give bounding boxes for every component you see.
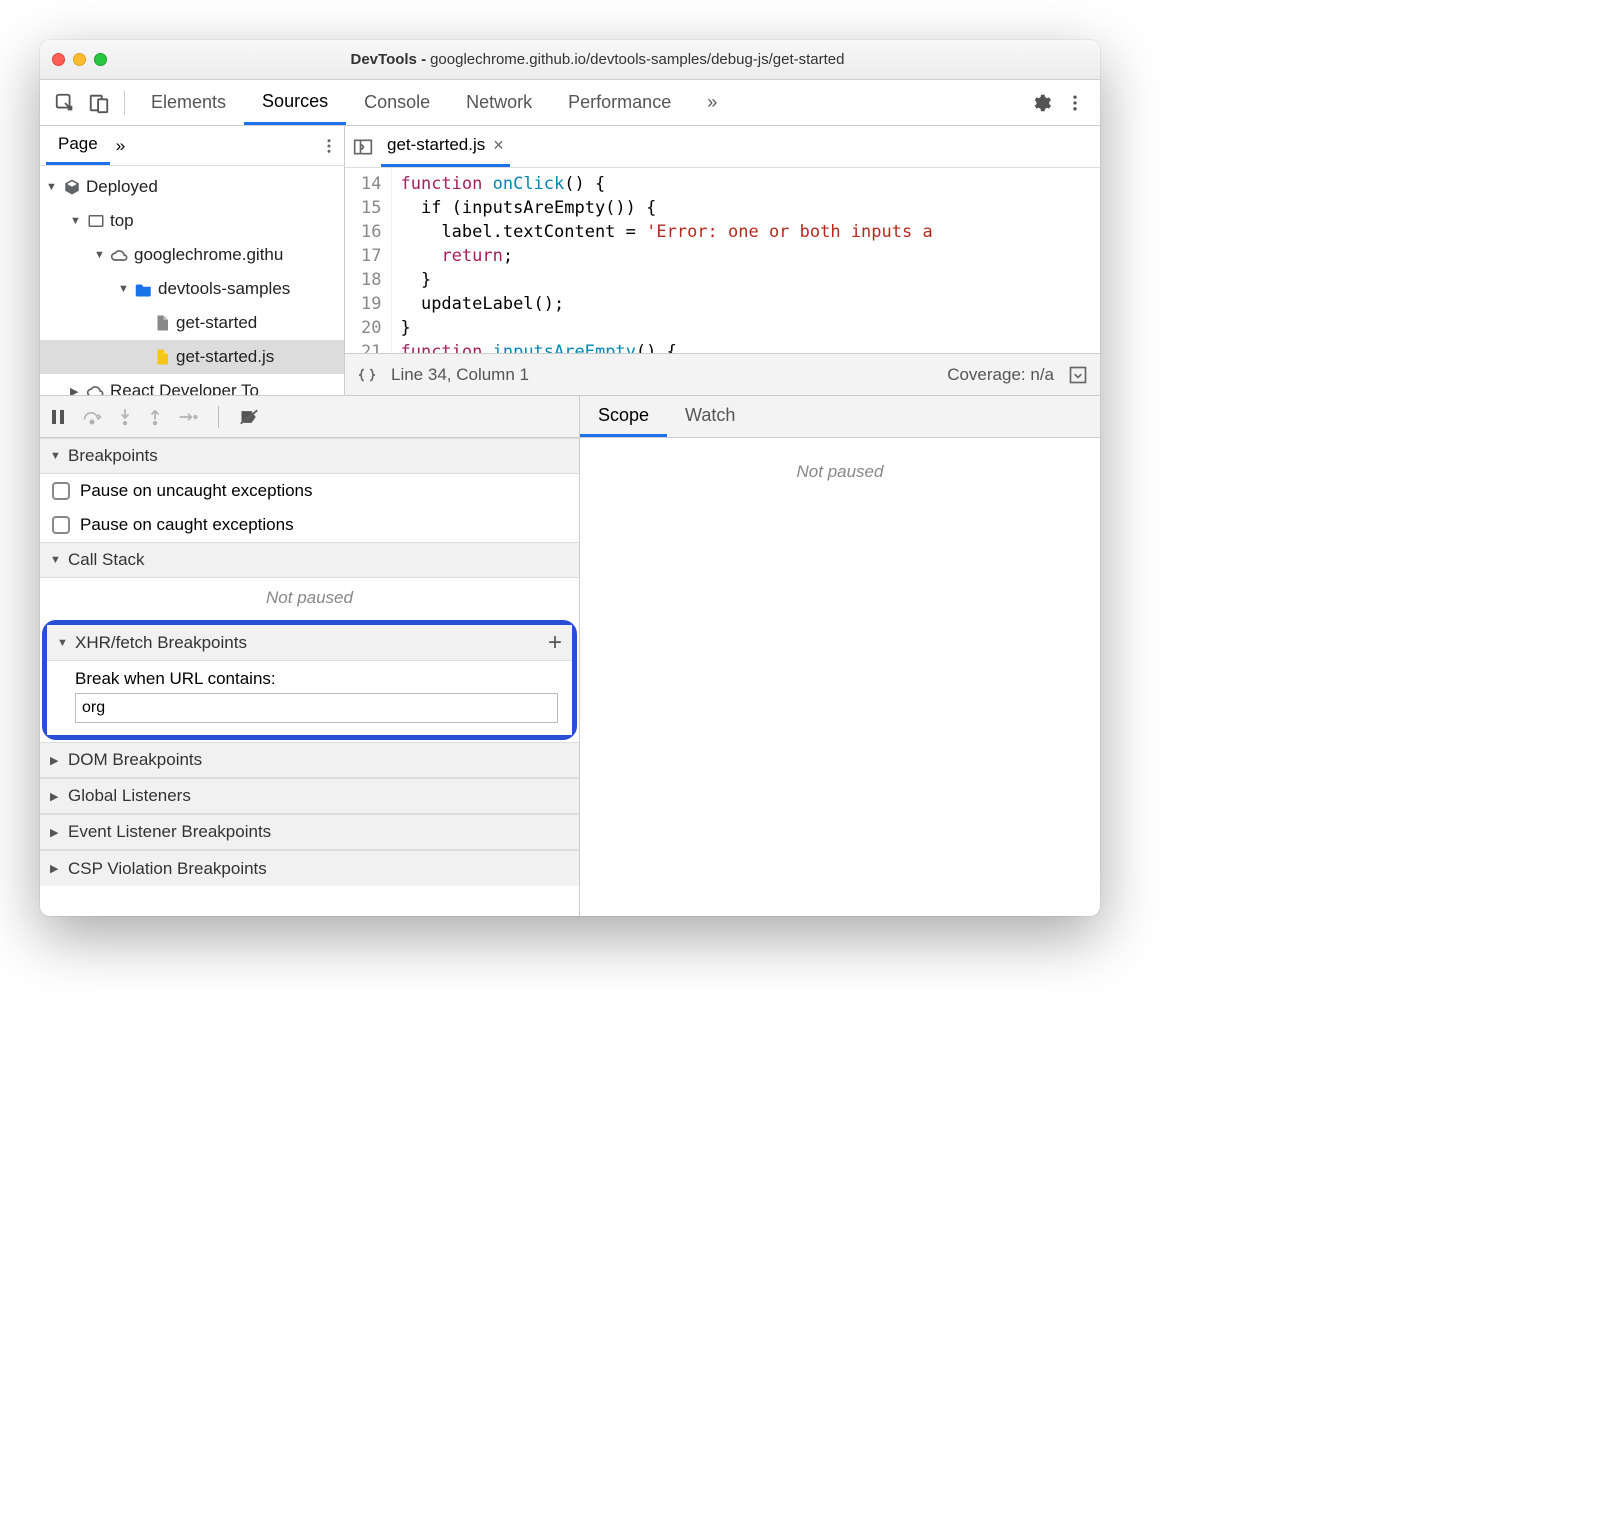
editor-statusbar: Line 34, Column 1 Coverage: n/a — [345, 353, 1100, 395]
file-tree: ▼ Deployed ▼ top ▼ googlechrome.githu — [40, 166, 344, 395]
debugger-left-panel: ▼Breakpoints Pause on uncaught exception… — [40, 396, 580, 916]
toggle-navigator-icon[interactable] — [353, 138, 373, 156]
coverage-dropdown-icon[interactable] — [1068, 365, 1088, 385]
tree-file-html[interactable]: get-started — [40, 306, 344, 340]
device-toolbar-icon[interactable] — [82, 86, 116, 120]
tab-performance[interactable]: Performance — [550, 82, 689, 123]
tree-top[interactable]: ▼ top — [40, 204, 344, 238]
tree-file-js[interactable]: get-started.js — [40, 340, 344, 374]
tab-scope[interactable]: Scope — [580, 396, 667, 437]
callstack-not-paused: Not paused — [40, 578, 579, 618]
step-icon[interactable] — [178, 410, 198, 424]
xhr-url-input[interactable] — [75, 693, 558, 723]
tab-network[interactable]: Network — [448, 82, 550, 123]
pretty-print-icon[interactable] — [357, 367, 377, 383]
code-content[interactable]: function onClick() { if (inputsAreEmpty(… — [392, 168, 932, 353]
tree-extension[interactable]: ▶ React Developer To — [40, 374, 344, 395]
settings-gear-icon[interactable] — [1024, 86, 1058, 120]
section-csp-breakpoints[interactable]: ▶CSP Violation Breakpoints — [40, 850, 579, 886]
tab-watch[interactable]: Watch — [667, 396, 753, 437]
window-controls — [52, 53, 107, 66]
document-icon — [152, 313, 172, 333]
tab-elements[interactable]: Elements — [133, 82, 244, 123]
tabs-overflow[interactable]: » — [689, 82, 735, 123]
coverage-status: Coverage: n/a — [947, 365, 1054, 385]
devtools-window: DevTools - googlechrome.github.io/devtoo… — [40, 40, 1100, 916]
kebab-menu-icon[interactable] — [1058, 86, 1092, 120]
pause-icon[interactable] — [50, 409, 66, 425]
zoom-window-button[interactable] — [94, 53, 107, 66]
step-over-icon[interactable] — [82, 409, 102, 425]
pause-uncaught-checkbox[interactable]: Pause on uncaught exceptions — [40, 474, 579, 508]
add-xhr-breakpoint-icon[interactable]: + — [548, 629, 562, 657]
xhr-breakpoints-highlight: ▼XHR/fetch Breakpoints + Break when URL … — [42, 620, 577, 740]
section-callstack[interactable]: ▼Call Stack — [40, 542, 579, 578]
xhr-breakpoint-label: Break when URL contains: — [75, 669, 558, 689]
tree-folder[interactable]: ▼ devtools-samples — [40, 272, 344, 306]
frame-icon — [86, 211, 106, 231]
debugger-toolbar — [40, 396, 579, 438]
close-tab-icon[interactable]: × — [493, 135, 504, 156]
main-tab-strip: Elements Sources Console Network Perform… — [40, 80, 1100, 126]
navigator-panel: Page » ▼ Deployed ▼ — [40, 126, 345, 395]
deactivate-breakpoints-icon[interactable] — [239, 408, 259, 426]
close-window-button[interactable] — [52, 53, 65, 66]
pause-caught-checkbox[interactable]: Pause on caught exceptions — [40, 508, 579, 542]
inspect-element-icon[interactable] — [48, 86, 82, 120]
section-breakpoints[interactable]: ▼Breakpoints — [40, 438, 579, 474]
line-gutter: 141516171819202122 — [345, 168, 392, 353]
scope-not-paused: Not paused — [580, 438, 1100, 492]
tree-origin[interactable]: ▼ googlechrome.githu — [40, 238, 344, 272]
code-editor: get-started.js × 141516171819202122 func… — [345, 126, 1100, 395]
tab-console[interactable]: Console — [346, 82, 448, 123]
section-xhr-breakpoints[interactable]: ▼XHR/fetch Breakpoints + — [47, 625, 572, 661]
debugger-right-panel: Scope Watch Not paused — [580, 396, 1100, 916]
editor-file-tab[interactable]: get-started.js × — [381, 127, 510, 167]
navigator-kebab-icon[interactable] — [320, 137, 338, 155]
navigator-overflow[interactable]: » — [116, 136, 125, 156]
titlebar: DevTools - googlechrome.github.io/devtoo… — [40, 40, 1100, 80]
cloud-icon — [110, 245, 130, 265]
tree-deployed[interactable]: ▼ Deployed — [40, 170, 344, 204]
cursor-position: Line 34, Column 1 — [391, 365, 529, 385]
section-global-listeners[interactable]: ▶Global Listeners — [40, 778, 579, 814]
cube-icon — [62, 177, 82, 197]
folder-icon — [134, 279, 154, 299]
cloud-icon — [86, 381, 106, 395]
step-out-icon[interactable] — [148, 408, 162, 426]
section-event-listener-breakpoints[interactable]: ▶Event Listener Breakpoints — [40, 814, 579, 850]
window-title: DevTools - googlechrome.github.io/devtoo… — [107, 51, 1088, 68]
tab-sources[interactable]: Sources — [244, 81, 346, 125]
js-file-icon — [152, 347, 172, 367]
step-into-icon[interactable] — [118, 408, 132, 426]
section-dom-breakpoints[interactable]: ▶DOM Breakpoints — [40, 742, 579, 778]
minimize-window-button[interactable] — [73, 53, 86, 66]
navigator-tab-page[interactable]: Page — [46, 126, 110, 165]
